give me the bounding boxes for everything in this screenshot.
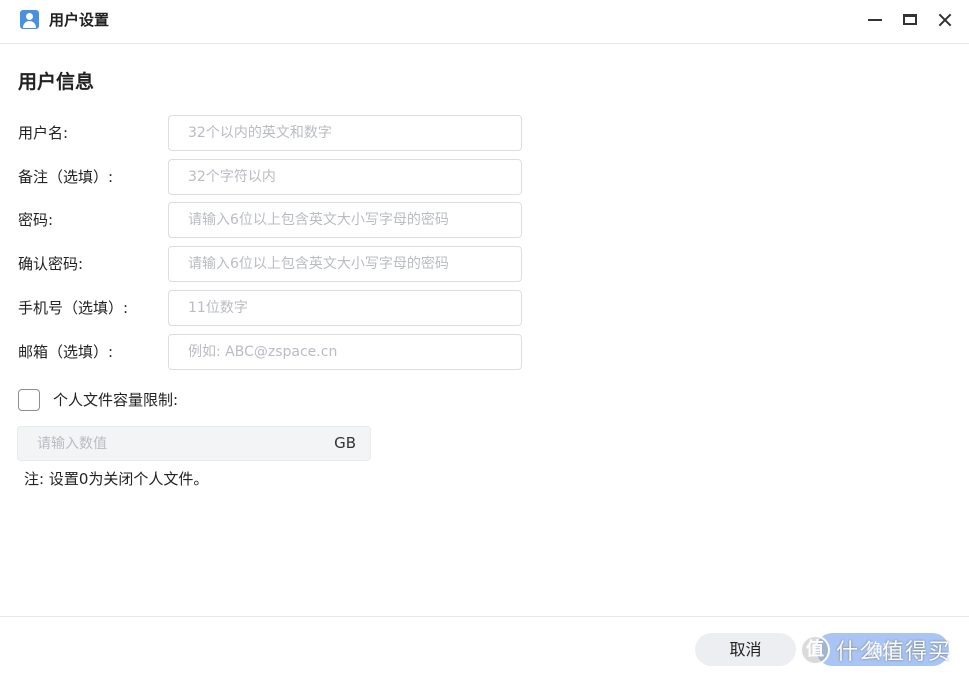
quota-limit-label: 个人文件容量限制: xyxy=(53,391,179,409)
quota-limit-checkbox[interactable] xyxy=(18,389,40,411)
username-row: 用户名: xyxy=(0,115,969,151)
email-label: 邮箱（选填）: xyxy=(18,343,114,361)
maximize-icon[interactable] xyxy=(898,8,922,32)
close-icon[interactable] xyxy=(933,8,957,32)
minimize-icon[interactable] xyxy=(863,8,887,32)
email-input[interactable] xyxy=(168,334,522,370)
remark-input[interactable] xyxy=(168,159,522,195)
confirm-password-input[interactable] xyxy=(168,246,522,282)
username-input[interactable] xyxy=(168,115,522,151)
section-title: 用户信息 xyxy=(18,71,95,93)
quota-input[interactable] xyxy=(18,427,318,460)
confirm-password-label: 确认密码: xyxy=(18,255,84,273)
user-icon xyxy=(20,10,39,29)
quota-field: GB xyxy=(17,426,371,461)
password-label: 密码: xyxy=(18,211,54,229)
phone-row: 手机号（选填）: xyxy=(0,290,969,326)
phone-label: 手机号（选填）: xyxy=(18,299,129,317)
quota-note: 注: 设置0为关闭个人文件。 xyxy=(24,470,209,488)
quota-unit: GB xyxy=(334,434,356,452)
password-input[interactable] xyxy=(168,202,522,238)
password-row: 密码: xyxy=(0,202,969,238)
watermark-text: 什么值得买 xyxy=(836,640,952,665)
email-row: 邮箱（选填）: xyxy=(0,334,969,370)
phone-input[interactable] xyxy=(168,290,522,326)
remark-row: 备注（选填）: xyxy=(0,159,969,195)
title-bar: 用户设置 xyxy=(0,0,969,44)
username-label: 用户名: xyxy=(18,124,69,142)
cancel-button[interactable]: 取消 xyxy=(695,633,796,666)
remark-label: 备注（选填）: xyxy=(18,168,114,186)
watermark-logo-icon: 值 xyxy=(800,635,830,665)
watermark: 值 什么值得买 xyxy=(800,632,951,668)
window-title: 用户设置 xyxy=(49,11,110,29)
confirm-password-row: 确认密码: xyxy=(0,246,969,282)
